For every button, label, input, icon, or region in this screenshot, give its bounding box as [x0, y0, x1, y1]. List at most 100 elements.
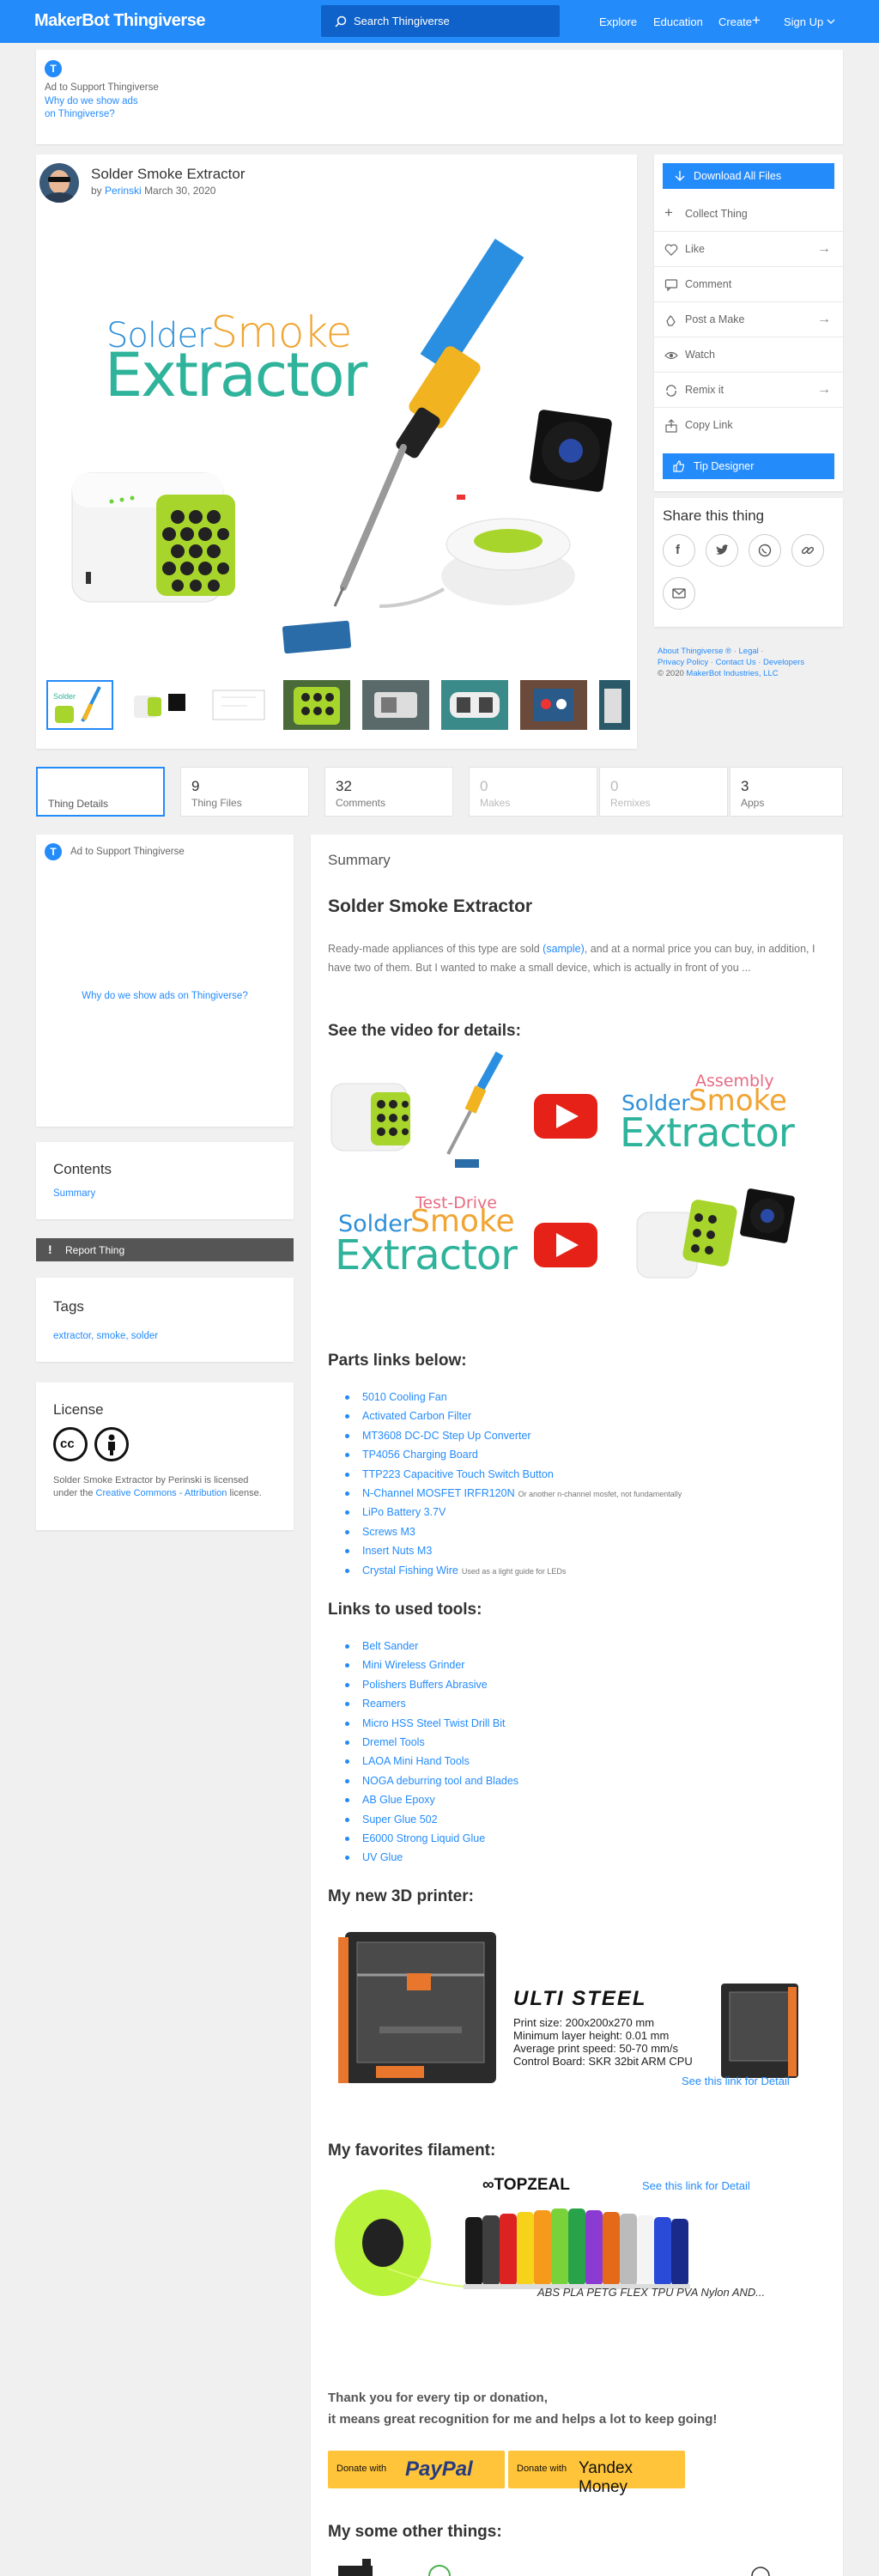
like-button[interactable]: Like →: [654, 232, 843, 267]
author-link[interactable]: Perinski: [105, 185, 142, 197]
donate-paypal-button[interactable]: Donate with PayPal: [328, 2451, 505, 2488]
video-thumbnail-assembly[interactable]: Solder Assembly Smoke Extractor: [328, 1049, 805, 1170]
tip-label: Tip Designer: [694, 460, 755, 472]
printer-detail-link[interactable]: See this link for Detail: [682, 2075, 790, 2087]
nav-create[interactable]: Create: [718, 15, 752, 28]
why-ads-link-2[interactable]: on Thingiverse?: [45, 109, 115, 119]
thumbnail[interactable]: [125, 680, 192, 730]
tool-link[interactable]: AB Glue Epoxy: [362, 1794, 435, 1806]
thumbnail[interactable]: [520, 680, 587, 730]
tool-link[interactable]: Reamers: [362, 1698, 406, 1710]
thumbnail[interactable]: [362, 680, 429, 730]
tool-link[interactable]: Dremel Tools: [362, 1736, 425, 1748]
email-share-button[interactable]: [663, 577, 695, 610]
video-thumbnail-test-drive[interactable]: Solder Test-Drive Smoke Extractor: [328, 1178, 805, 1298]
whatsapp-share-button[interactable]: [749, 534, 781, 567]
nav-explore[interactable]: Explore: [599, 15, 637, 28]
tab-makes[interactable]: 0 Makes: [469, 767, 597, 817]
filament-detail-link[interactable]: See this link for Detail: [642, 2179, 750, 2192]
download-all-files-button[interactable]: Download All Files: [663, 163, 834, 189]
developers-link[interactable]: Developers: [763, 658, 804, 667]
tool-link[interactable]: E6000 Strong Liquid Glue: [362, 1832, 485, 1844]
makerbot-link[interactable]: MakerBot Industries, LLC: [686, 669, 778, 678]
list-item: AB Glue Epoxy: [328, 1790, 826, 1809]
logo-product: Thingiverse: [113, 11, 205, 30]
footer-links: About Thingiverse ® · Legal · Privacy Po…: [658, 647, 805, 678]
thumbnail[interactable]: [599, 680, 630, 730]
avatar[interactable]: [39, 163, 79, 203]
printer-banner[interactable]: ULTI STEEL Print size: 200x200x270 mm Mi…: [328, 1923, 809, 2092]
thumbnail[interactable]: Solder: [46, 680, 113, 730]
tab-count: 9: [191, 778, 200, 794]
contact-link[interactable]: Contact Us: [716, 658, 756, 667]
why-ads-link-1[interactable]: Why do we show ads: [45, 96, 138, 106]
part-link[interactable]: MT3608 DC-DC Step Up Converter: [362, 1430, 531, 1442]
nav-education[interactable]: Education: [653, 15, 703, 28]
part-link[interactable]: Crystal Fishing Wire: [362, 1564, 458, 1577]
tool-link[interactable]: UV Glue: [362, 1851, 403, 1863]
search-input[interactable]: Search Thingiverse: [321, 5, 560, 37]
thumbnail[interactable]: [441, 680, 508, 730]
thing-date: March 30, 2020: [144, 185, 216, 197]
filament-brand: ∞TOPZEAL: [482, 2176, 570, 2195]
tool-link[interactable]: Polishers Buffers Abrasive: [362, 1679, 488, 1691]
report-thing-button[interactable]: ! Report Thing: [36, 1238, 294, 1261]
tool-link[interactable]: Belt Sander: [362, 1640, 418, 1652]
donate-yandex-button[interactable]: Donate with Yandex Money: [508, 2451, 685, 2496]
about-link[interactable]: About Thingiverse ®: [658, 647, 731, 656]
link-share-button[interactable]: [791, 534, 824, 567]
tool-link[interactable]: LAOA Mini Hand Tools: [362, 1755, 470, 1767]
tool-link[interactable]: NOGA deburring tool and Blades: [362, 1775, 518, 1787]
tab-comments[interactable]: 32 Comments: [324, 767, 453, 817]
twitter-share-button[interactable]: [706, 534, 738, 567]
tool-link[interactable]: Micro HSS Steel Twist Drill Bit: [362, 1717, 505, 1729]
makerbot-thingiverse-logo[interactable]: MakerBot Thingiverse: [34, 11, 205, 31]
part-link[interactable]: N-Channel MOSFET IRFR120N: [362, 1487, 515, 1499]
why-ads-link[interactable]: Why do we show ads on Thingiverse?: [36, 991, 294, 1001]
tab-apps[interactable]: 3 Apps: [730, 767, 843, 817]
watch-button[interactable]: Watch: [654, 337, 843, 373]
action-label: Watch: [685, 349, 715, 361]
thing-title: Solder Smoke Extractor: [91, 166, 246, 182]
printer-spec: Print size: 200x200x270 mm: [513, 2016, 655, 2029]
thumbnail[interactable]: [283, 680, 350, 730]
part-link[interactable]: Insert Nuts M3: [362, 1545, 432, 1557]
list-item: 5010 Cooling Fan: [328, 1388, 826, 1406]
tip-designer-button[interactable]: Tip Designer: [663, 453, 834, 479]
tag-list[interactable]: extractor, smoke, solder: [53, 1331, 158, 1341]
part-link[interactable]: 5010 Cooling Fan: [362, 1391, 447, 1403]
part-link[interactable]: LiPo Battery 3.7V: [362, 1506, 446, 1518]
collect-thing-button[interactable]: + Collect Thing: [654, 197, 843, 232]
part-link[interactable]: TTP223 Capacitive Touch Switch Button: [362, 1468, 554, 1480]
part-link[interactable]: Screws M3: [362, 1526, 415, 1538]
copy-link-button[interactable]: Copy Link: [654, 408, 843, 443]
video-heading: See the video for details:: [328, 1022, 521, 1040]
facebook-share-button[interactable]: f: [663, 534, 695, 567]
remix-button[interactable]: Remix it →: [654, 373, 843, 408]
contents-summary-link[interactable]: Summary: [53, 1188, 95, 1199]
part-link[interactable]: Activated Carbon Filter: [362, 1410, 471, 1422]
tab-remixes[interactable]: 0 Remixes: [599, 767, 728, 817]
filament-banner[interactable]: ∞TOPZEAL See this link for Detail ABS PL…: [328, 2174, 809, 2303]
part-link[interactable]: TP4056 Charging Board: [362, 1449, 478, 1461]
license-link[interactable]: Creative Commons - Attribution: [96, 1488, 227, 1498]
privacy-link[interactable]: Privacy Policy: [658, 658, 708, 667]
post-a-make-button[interactable]: Post a Make →: [654, 302, 843, 337]
summary-label: Summary: [328, 852, 391, 868]
contents-title: Contents: [53, 1161, 112, 1177]
tab-count: 3: [741, 778, 749, 794]
yandex-logo: Yandex Money: [579, 2459, 633, 2496]
sample-link[interactable]: (sample): [543, 943, 585, 955]
tool-link[interactable]: Mini Wireless Grinder: [362, 1659, 464, 1671]
tab-thing-files[interactable]: 9 Thing Files: [180, 767, 309, 817]
thing-hero-image[interactable]: SolderSmoke Extractor: [53, 211, 620, 661]
comment-button[interactable]: Comment: [654, 267, 843, 302]
twitter-icon: [716, 544, 729, 555]
nav-sign-up[interactable]: Sign Up: [784, 15, 823, 28]
tab-thing-details[interactable]: Thing Details: [36, 767, 165, 817]
thumbnail[interactable]: [204, 680, 271, 730]
thanks-line-1: Thank you for every tip or donation,: [328, 2391, 548, 2405]
legal-link[interactable]: Legal: [739, 647, 759, 656]
other-things-preview[interactable]: [328, 2557, 809, 2576]
tool-link[interactable]: Super Glue 502: [362, 1814, 438, 1826]
